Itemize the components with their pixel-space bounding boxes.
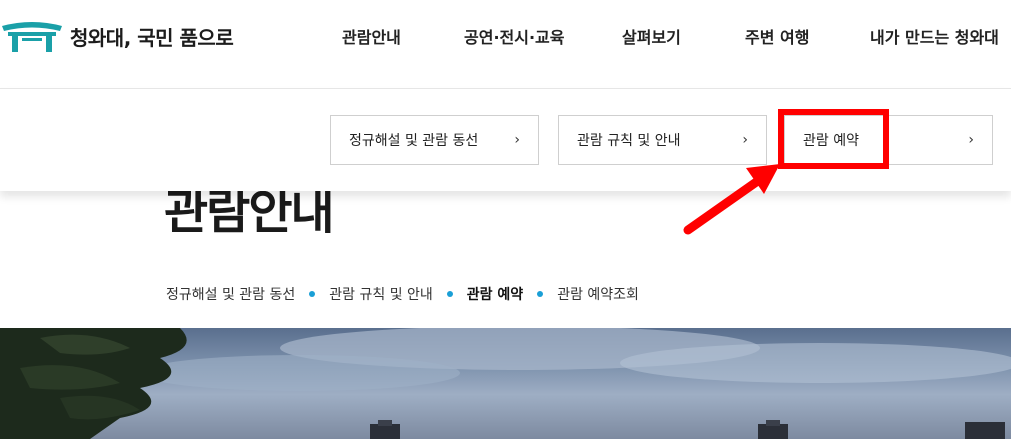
separator-dot bbox=[309, 291, 316, 297]
separator-dot bbox=[446, 291, 453, 297]
highlight-box bbox=[778, 109, 889, 169]
submenu-label: 관람 규칙 및 안내 bbox=[577, 133, 681, 149]
nav-item-explore[interactable]: 살펴보기 bbox=[622, 24, 681, 50]
section-tabs: 정규해설 및 관람 동선 관람 규칙 및 안내 관람 예약 관람 예약조회 bbox=[166, 284, 639, 304]
tab-guided-tour[interactable]: 정규해설 및 관람 동선 bbox=[166, 284, 295, 304]
separator-dot bbox=[537, 291, 544, 297]
chevron-right-icon: › bbox=[742, 132, 748, 148]
blue-house-logo-icon bbox=[2, 22, 62, 52]
nav-item-events[interactable]: 공연·전시·교육 bbox=[464, 24, 564, 50]
logo-text: 청와대, 국민 품으로 bbox=[70, 25, 234, 50]
tab-reservation-lookup[interactable]: 관람 예약조회 bbox=[557, 284, 639, 304]
chevron-right-icon: › bbox=[968, 132, 974, 148]
site-header: 청와대, 국민 품으로 관람안내 공연·전시·교육 살펴보기 주변 여행 내가 … bbox=[0, 0, 1011, 88]
tab-rules[interactable]: 관람 규칙 및 안내 bbox=[329, 284, 433, 304]
nav-item-my-bluehouse[interactable]: 내가 만드는 청와대 bbox=[870, 24, 999, 50]
submenu-label: 정규해설 및 관람 동선 bbox=[349, 133, 479, 149]
chevron-right-icon: › bbox=[514, 132, 520, 148]
submenu-guided-tour-button[interactable]: 정규해설 및 관람 동선 › bbox=[330, 115, 539, 165]
tab-reservation[interactable]: 관람 예약 bbox=[467, 284, 523, 304]
nav-item-visit-guide[interactable]: 관람안내 bbox=[342, 24, 401, 50]
hero-image bbox=[0, 328, 1011, 439]
red-arrow-icon bbox=[683, 164, 780, 235]
site-logo[interactable]: 청와대, 국민 품으로 bbox=[0, 14, 234, 58]
nav-item-nearby-travel[interactable]: 주변 여행 bbox=[745, 24, 809, 50]
hero-scenery bbox=[0, 328, 1011, 439]
